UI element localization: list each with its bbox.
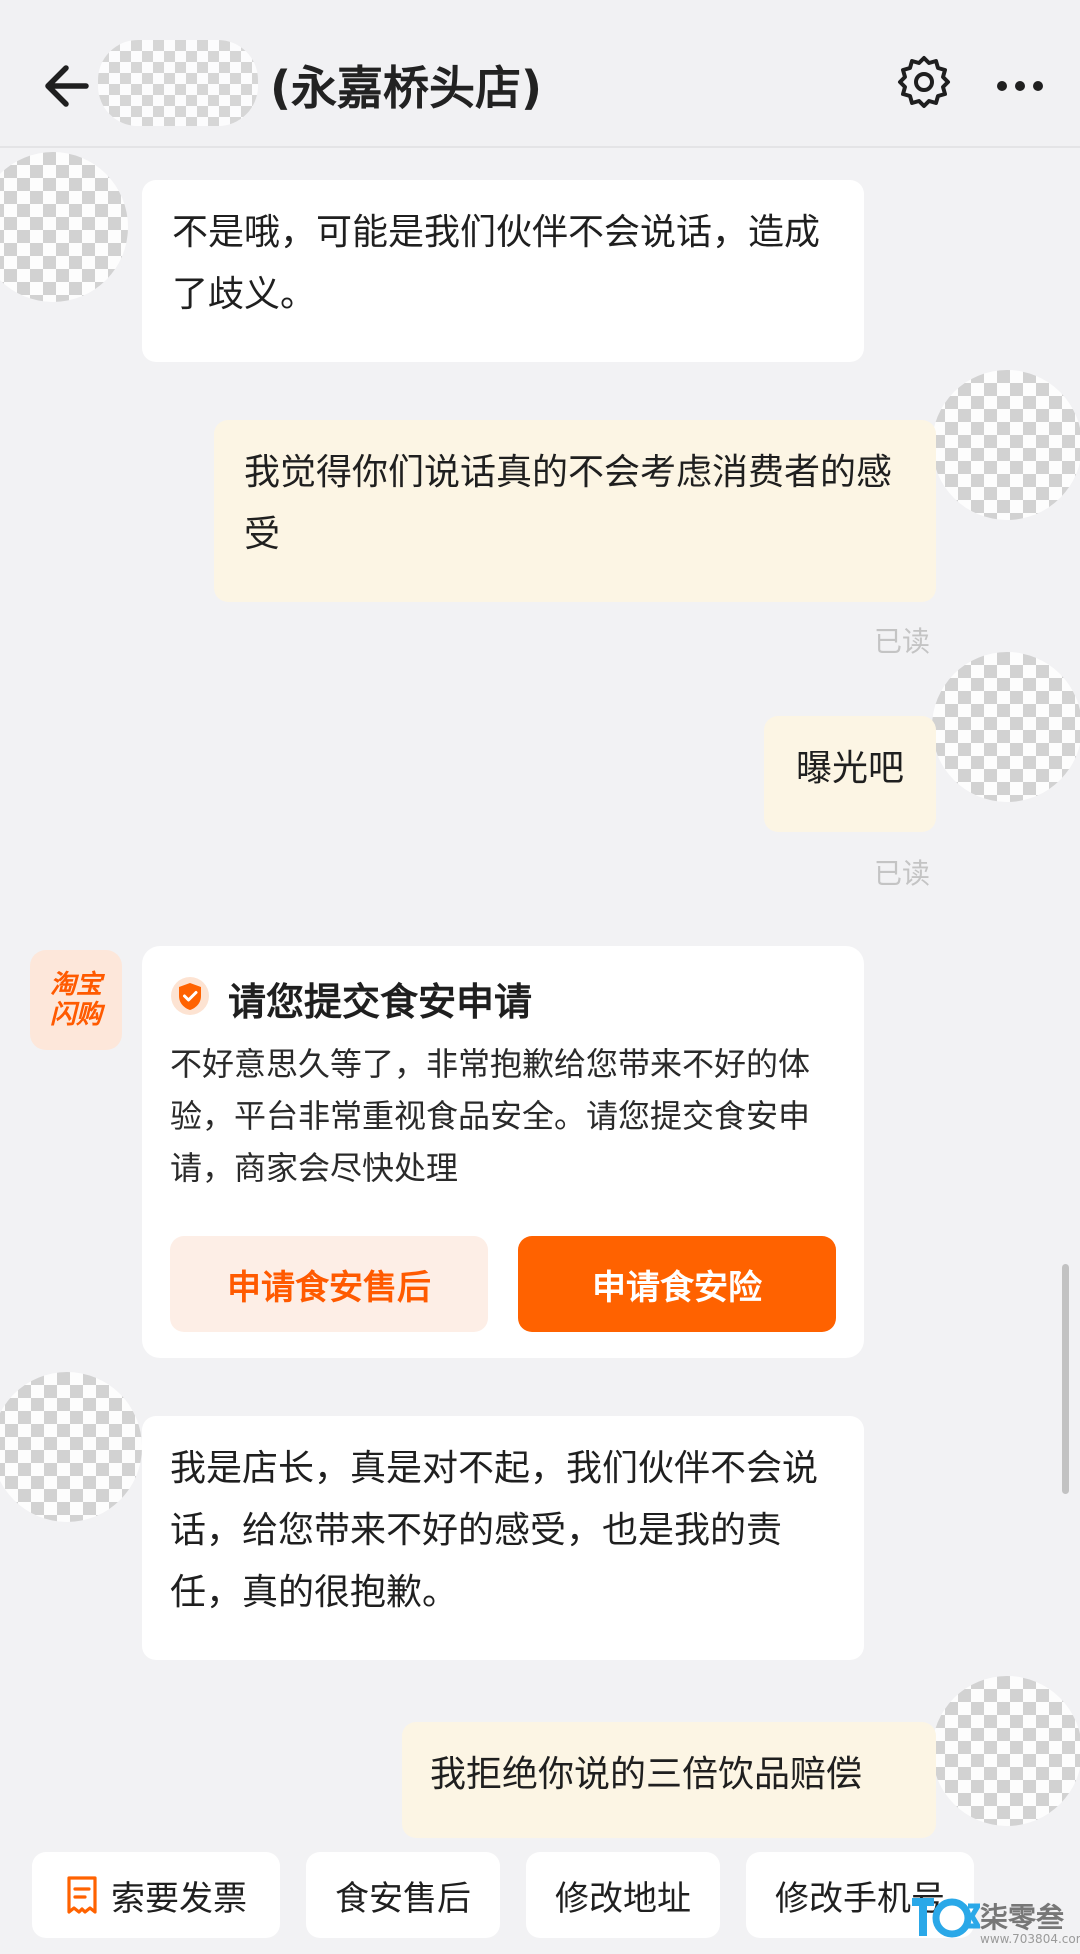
more-icon[interactable] [994, 76, 1046, 96]
quick-action-invoice[interactable]: 索要发票 [32, 1852, 280, 1938]
watermark: 柒零叁 www.703804.com [910, 1892, 1080, 1952]
gear-icon[interactable] [896, 54, 952, 110]
card-body-text: 不好意思久等了，非常抱歉给您带来不好的体验，平台非常重视食品安全。请您提交食安申… [170, 1045, 811, 1187]
food-safety-card: 请您提交食安申请 不好意思久等了，非常抱歉给您带来不好的体验，平台非常重视食品安… [142, 946, 864, 1358]
shield-check-icon [170, 976, 210, 1020]
scrollbar[interactable] [1062, 1264, 1069, 1494]
message-bubble-outgoing: 曝光吧 [764, 716, 936, 832]
read-status: 已读 [874, 857, 931, 890]
store-name-mask [98, 40, 258, 126]
quick-action-edit-address[interactable]: 修改地址 [526, 1852, 720, 1938]
watermark-logo-icon [910, 1892, 983, 1948]
chat-header: (永嘉桥头店) [0, 0, 1080, 148]
apply-food-safety-insurance-button[interactable]: 申请食安险 [518, 1236, 836, 1332]
message-text: 曝光吧 [795, 748, 904, 789]
back-arrow-icon[interactable] [40, 56, 96, 116]
card-header: 请您提交食安申请 [170, 972, 836, 1024]
merchant-avatar[interactable] [0, 152, 128, 302]
chat-title: (永嘉桥头店) [270, 61, 543, 115]
message-bubble-incoming: 我是店长，真是对不起，我们伙伴不会说话，给您带来不好的感受，也是我的责任，真的很… [142, 1416, 864, 1660]
quick-action-food-safety-aftersale[interactable]: 食安售后 [306, 1852, 500, 1938]
taobao-shangou-logo: 淘宝 闪购 [30, 950, 122, 1050]
merchant-avatar[interactable] [0, 1372, 142, 1522]
user-avatar[interactable] [932, 370, 1080, 520]
card-buttons: 申请食安售后 申请食安险 [170, 1236, 836, 1332]
apply-food-safety-aftersale-button[interactable]: 申请食安售后 [170, 1236, 488, 1332]
message-bubble-incoming: 不是哦，可能是我们伙伴不会说话，造成了歧义。 [142, 180, 864, 362]
receipt-icon [65, 1875, 99, 1915]
message-text: 我拒绝你说的三倍饮品赔偿 [430, 1754, 863, 1795]
read-status: 已读 [874, 625, 931, 658]
message-text: 不是哦，可能是我们伙伴不会说话，造成了歧义。 [172, 212, 821, 315]
user-avatar[interactable] [932, 652, 1080, 802]
message-text: 我觉得你们说话真的不会考虑消费者的感受 [244, 452, 893, 555]
user-avatar[interactable] [932, 1676, 1080, 1826]
message-bubble-outgoing: 我觉得你们说话真的不会考虑消费者的感受 [214, 420, 936, 602]
card-title: 请您提交食安申请 [228, 979, 533, 1024]
message-text: 我是店长，真是对不起，我们伙伴不会说话，给您带来不好的感受，也是我的责任，真的很… [170, 1448, 819, 1613]
message-bubble-outgoing: 我拒绝你说的三倍饮品赔偿 [402, 1722, 936, 1838]
